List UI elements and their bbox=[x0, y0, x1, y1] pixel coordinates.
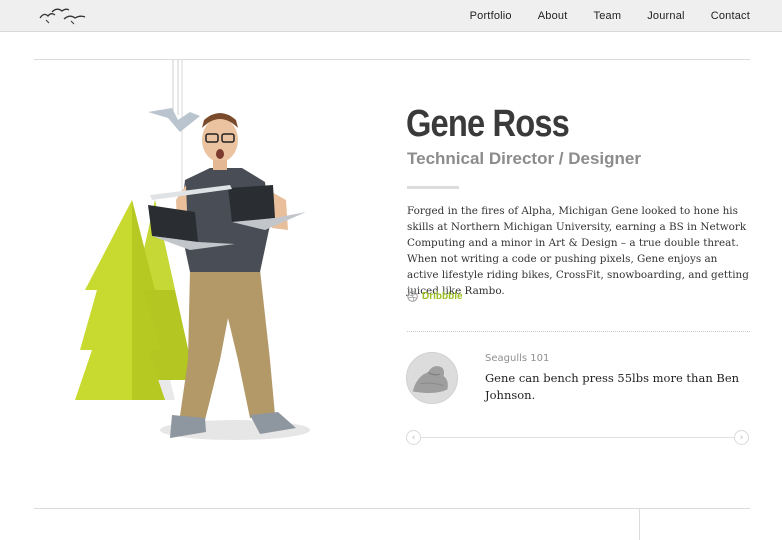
fact-avatar bbox=[406, 352, 458, 404]
dribbble-link[interactable]: Dribbble bbox=[407, 291, 463, 302]
chevron-left-icon[interactable]: ‹ bbox=[406, 430, 421, 445]
dribbble-icon bbox=[407, 291, 418, 302]
profile-bio: Forged in the fires of Alpha, Michigan G… bbox=[407, 205, 749, 297]
profile-name: Gene Ross bbox=[406, 103, 570, 145]
nav-portfolio[interactable]: Portfolio bbox=[470, 10, 512, 22]
gene-ross-photo bbox=[75, 60, 310, 440]
profile-illustration bbox=[60, 60, 380, 460]
main-nav: Portfolio About Team Journal Contact bbox=[470, 0, 750, 32]
profile-role: Technical Director / Designer bbox=[407, 149, 641, 168]
dribbble-link-label: Dribbble bbox=[422, 291, 463, 302]
nav-journal[interactable]: Journal bbox=[647, 10, 684, 22]
fact-title: Seagulls 101 bbox=[485, 353, 550, 364]
flexed-bicep-icon bbox=[407, 353, 457, 403]
divider-vertical bbox=[639, 509, 640, 540]
divider-dotted bbox=[407, 331, 750, 332]
title-underline bbox=[407, 186, 459, 189]
top-nav-bar: Portfolio About Team Journal Contact bbox=[0, 0, 782, 32]
chevron-right-icon[interactable]: › bbox=[734, 430, 749, 445]
nav-contact[interactable]: Contact bbox=[711, 10, 750, 22]
divider-bottom bbox=[34, 508, 750, 509]
seagulls-logo-icon[interactable] bbox=[38, 6, 88, 26]
nav-team[interactable]: Team bbox=[594, 10, 622, 22]
nav-about[interactable]: About bbox=[538, 10, 568, 22]
fact-text: Gene can bench press 55lbs more than Ben… bbox=[485, 371, 740, 402]
slider-track bbox=[420, 437, 736, 438]
